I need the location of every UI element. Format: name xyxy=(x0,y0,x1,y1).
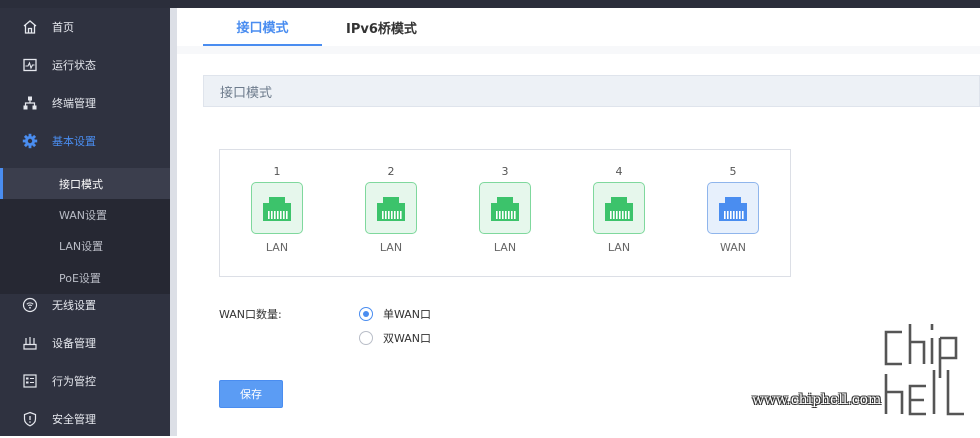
shield-icon xyxy=(21,410,39,428)
sidebar-item-device[interactable]: 设备管理 xyxy=(0,324,170,362)
sidebar-item-label: 基本设置 xyxy=(52,135,96,148)
wan-count-label: WAN口数量: xyxy=(219,308,282,321)
radio-dual-wan[interactable]: 双WAN口 xyxy=(359,330,431,346)
network-icon xyxy=(21,94,39,112)
ethernet-port-icon xyxy=(707,182,759,234)
top-bar xyxy=(0,0,980,8)
submenu-item-label: PoE设置 xyxy=(59,271,101,285)
watermark-url: www.chiphell.com xyxy=(752,392,882,408)
save-button[interactable]: 保存 xyxy=(219,380,283,408)
sidebar-item-label: 运行状态 xyxy=(52,59,96,72)
tab-bar: 接口模式 IPv6桥模式 xyxy=(177,8,980,46)
sidebar-item-home[interactable]: 首页 xyxy=(0,8,170,46)
submenu-item-label: 接口模式 xyxy=(59,177,103,191)
radio-button[interactable] xyxy=(359,331,373,345)
port-type-label: LAN xyxy=(265,241,289,254)
submenu-item-port-mode[interactable]: 接口模式 xyxy=(0,168,170,199)
ethernet-port-icon xyxy=(593,182,645,234)
tab-port-mode[interactable]: 接口模式 xyxy=(203,8,322,46)
tab-ipv6-bridge[interactable]: IPv6桥模式 xyxy=(322,8,441,46)
port-type-label: LAN xyxy=(607,241,631,254)
port-3[interactable]: 3 LAN xyxy=(477,150,533,278)
sidebar-item-basic-settings[interactable]: 基本设置 xyxy=(0,122,170,160)
port-number: 3 xyxy=(501,165,509,178)
port-type-label: LAN xyxy=(379,241,403,254)
sidebar-item-wireless[interactable]: 无线设置 xyxy=(0,286,170,324)
port-2[interactable]: 2 LAN xyxy=(363,150,419,278)
port-number: 4 xyxy=(615,165,623,178)
port-type-label: LAN xyxy=(493,241,517,254)
sidebar-item-label: 行为管控 xyxy=(52,375,96,388)
sidebar-item-label: 首页 xyxy=(52,21,74,34)
sidebar-divider xyxy=(170,8,177,436)
ethernet-port-icon xyxy=(251,182,303,234)
port-number: 5 xyxy=(729,165,737,178)
port-type-label: WAN xyxy=(719,241,747,254)
port-number: 1 xyxy=(273,165,281,178)
submenu-item-label: LAN设置 xyxy=(59,239,104,253)
chiphell-logo xyxy=(880,322,970,422)
radio-label: 双WAN口 xyxy=(383,332,432,345)
device-icon xyxy=(21,334,39,352)
gear-icon xyxy=(21,132,39,150)
port-5[interactable]: 5 WAN xyxy=(705,150,761,278)
sidebar-item-status[interactable]: 运行状态 xyxy=(0,46,170,84)
submenu-item-label: WAN设置 xyxy=(59,208,108,222)
section-title: 接口模式 xyxy=(220,85,273,101)
sidebar-item-label: 无线设置 xyxy=(52,299,96,312)
home-icon xyxy=(21,18,39,36)
ethernet-port-icon xyxy=(365,182,417,234)
port-panel: 1 LAN 2 LAN 3 LAN 4 LAN 5 WAN xyxy=(219,149,791,277)
behavior-icon xyxy=(21,372,39,390)
submenu-item-lan[interactable]: LAN设置 xyxy=(0,230,170,261)
wifi-icon xyxy=(21,296,39,314)
port-number: 2 xyxy=(387,165,395,178)
port-1[interactable]: 1 LAN xyxy=(249,150,305,278)
section-header: 接口模式 xyxy=(203,75,980,107)
sidebar-item-terminal[interactable]: 终端管理 xyxy=(0,84,170,122)
sidebar-item-security[interactable]: 安全管理 xyxy=(0,400,170,438)
content-area: 接口模式 1 LAN 2 LAN 3 LAN 4 LAN 5 WAN WAN口数… xyxy=(177,54,980,436)
radio-single-wan[interactable]: 单WAN口 xyxy=(359,306,431,322)
submenu-item-wan[interactable]: WAN设置 xyxy=(0,199,170,230)
sidebar-item-label: 设备管理 xyxy=(52,337,96,350)
submenu-basic-settings: 接口模式 WAN设置 LAN设置 PoE设置 xyxy=(0,168,170,294)
sidebar-item-label: 终端管理 xyxy=(52,97,96,110)
sidebar-item-behavior[interactable]: 行为管控 xyxy=(0,362,170,400)
radio-label: 单WAN口 xyxy=(383,308,432,321)
sidebar-item-label: 安全管理 xyxy=(52,413,96,426)
sidebar: 首页 运行状态 终端管理 基本设置 接口模式 WAN设置 LAN设置 PoE设置 xyxy=(0,8,170,436)
monitor-icon xyxy=(21,56,39,74)
port-4[interactable]: 4 LAN xyxy=(591,150,647,278)
ethernet-port-icon xyxy=(479,182,531,234)
radio-button[interactable] xyxy=(359,307,373,321)
main-panel: 接口模式 IPv6桥模式 接口模式 1 LAN 2 LAN 3 LAN 4 LA… xyxy=(177,8,980,436)
